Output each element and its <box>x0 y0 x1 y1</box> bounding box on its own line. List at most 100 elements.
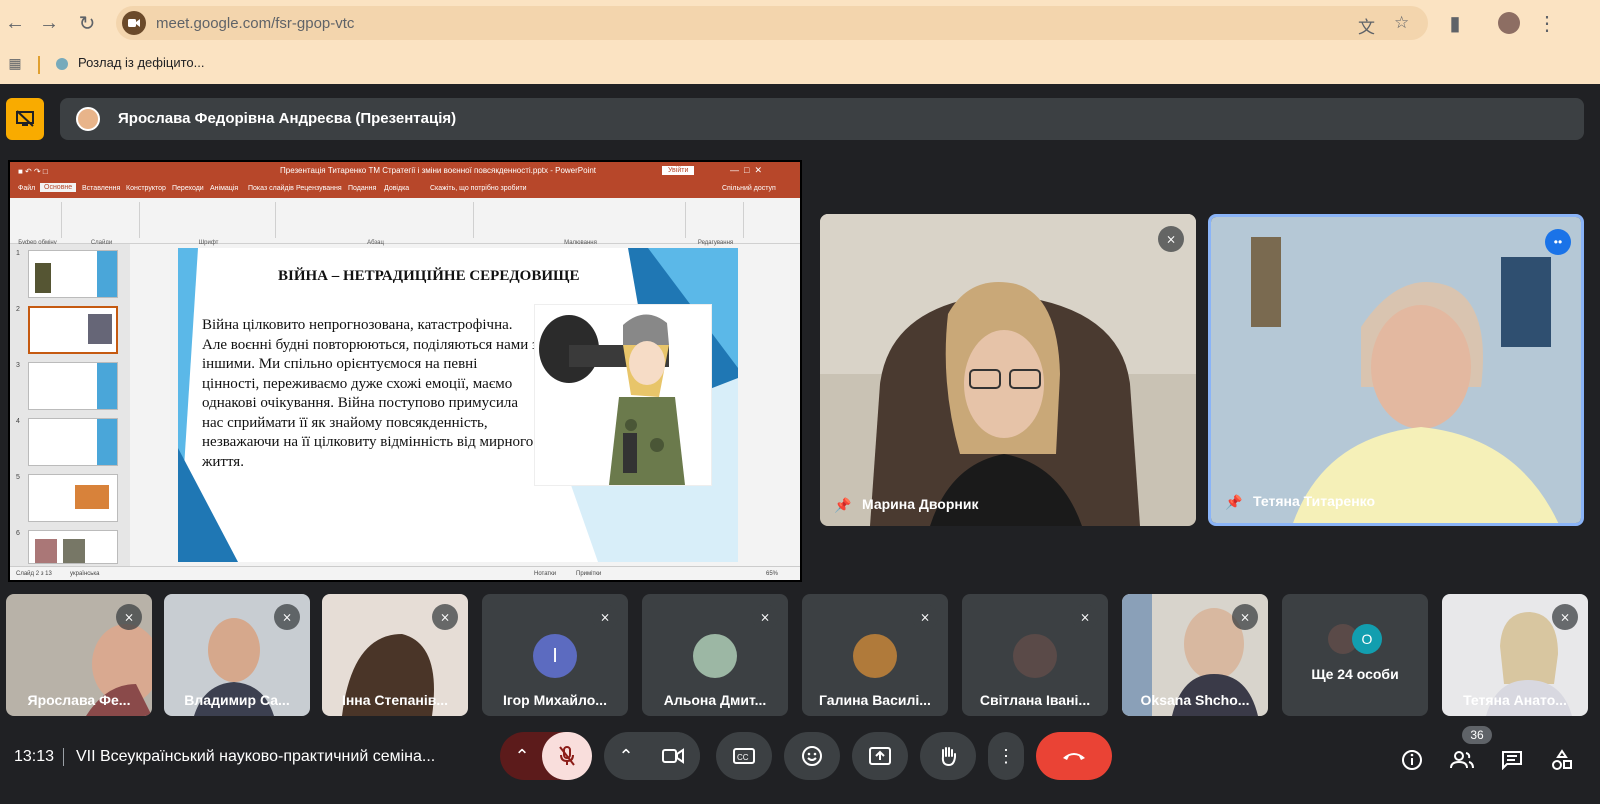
participant-name: Інна Степанів... <box>341 692 449 708</box>
url-text: meet.google.com/fsr-gpop-vtc <box>156 15 354 32</box>
chat-icon[interactable] <box>1498 746 1526 774</box>
slide-thumbnail[interactable] <box>28 474 118 522</box>
slide-thumbnail[interactable] <box>28 530 118 564</box>
participant-tile-speaking[interactable]: •• 📌 Тетяна Титаренко <box>1208 214 1584 526</box>
participant-tile[interactable]: ⨯ Світлана Івані... <box>962 594 1108 716</box>
tab-home[interactable]: Основне <box>40 183 77 192</box>
translate-icon[interactable]: 文 <box>1358 13 1375 38</box>
extensions-icon[interactable]: ▮ <box>1442 10 1468 36</box>
slide-thumbnail[interactable] <box>28 250 118 298</box>
present-screen-button[interactable] <box>852 732 908 780</box>
back-icon[interactable]: ← <box>2 10 28 36</box>
mic-off-icon: ⨯ <box>752 604 778 630</box>
url-host: meet.google.com/ <box>156 15 276 32</box>
leave-call-button[interactable] <box>1036 732 1112 780</box>
participant-name: Тетяна Анато... <box>1463 692 1567 708</box>
meeting-info-icon[interactable] <box>1398 746 1426 774</box>
slide-body-text: Війна цілковито непрогнозована, катастро… <box>202 317 538 470</box>
tab-file[interactable]: Файл <box>18 185 35 192</box>
participant-name: Владимир Са... <box>184 692 290 708</box>
slide-thumbnail[interactable] <box>28 362 118 410</box>
tab-transitions[interactable]: Переходи <box>172 185 204 192</box>
participant-name: Світлана Івані... <box>979 692 1091 708</box>
mic-options-chevron-icon[interactable]: ⌃ <box>500 732 544 780</box>
activities-icon[interactable] <box>1548 746 1576 774</box>
comments-button[interactable]: Примітки <box>576 571 601 577</box>
tab-slideshow[interactable]: Показ слайдів <box>248 185 294 192</box>
bookmark-item[interactable]: Розлад із дефіцито... <box>78 55 204 70</box>
browser-chrome: ← → ↻ meet.google.com/fsr-gpop-vtc 文 ☆ ▮… <box>0 0 1600 84</box>
reload-icon[interactable]: ↻ <box>74 10 100 36</box>
site-info-icon[interactable] <box>122 11 146 35</box>
participant-photo-avatar <box>1013 634 1057 678</box>
presenter-avatar <box>76 107 100 131</box>
camera-options-chevron-icon[interactable]: ⌃ <box>604 732 648 780</box>
address-bar[interactable]: meet.google.com/fsr-gpop-vtc 文 ☆ <box>116 6 1428 40</box>
ribbon-group-editing[interactable]: Редагування <box>688 202 744 246</box>
participant-photo-avatar <box>853 634 897 678</box>
url-path: fsr-gpop-vtc <box>275 15 355 32</box>
signin-button[interactable]: Увійти <box>662 166 695 175</box>
more-options-icon[interactable]: ⋮ <box>988 732 1024 780</box>
tab-help[interactable]: Довідка <box>384 185 409 192</box>
emoji-reactions-button[interactable] <box>784 732 840 780</box>
participant-tile[interactable]: І ⨯ Ігор Михайло... <box>482 594 628 716</box>
ribbon-group-paragraph[interactable]: Абзац <box>278 202 474 246</box>
pin-icon[interactable]: 📌 <box>1225 494 1242 511</box>
slide-heading: ВІЙНА – НЕТРАДИЦІЙНЕ СЕРЕДОВИЩЕ <box>278 268 580 284</box>
mic-off-icon: ⨯ <box>1158 226 1184 252</box>
slide-thumbnail-active[interactable] <box>28 306 118 354</box>
mic-off-icon: ⨯ <box>1072 604 1098 630</box>
participant-tile[interactable]: ⨯ Владимир Са... <box>164 594 310 716</box>
participant-tile[interactable]: ⨯ Тетяна Анато... <box>1442 594 1588 716</box>
thumb-number: 6 <box>16 530 20 537</box>
participant-tile[interactable]: ⨯ Інна Степанів... <box>322 594 468 716</box>
people-icon[interactable] <box>1448 746 1476 774</box>
tell-me-search[interactable]: Скажіть, що потрібно зробити <box>430 185 527 192</box>
captions-button[interactable]: CC <box>716 732 772 780</box>
participant-tile[interactable]: ⨯ Ярослава Фе... <box>6 594 152 716</box>
bookmark-divider <box>38 56 40 74</box>
mic-off-icon: ⨯ <box>1552 604 1578 630</box>
mic-off-icon: ⨯ <box>274 604 300 630</box>
language-indicator: українська <box>70 571 100 577</box>
tab-review[interactable]: Рецензування <box>296 185 342 192</box>
participant-tile[interactable]: ⨯ Галина Василі... <box>802 594 948 716</box>
window-controls-icon[interactable]: — □ ✕ <box>730 165 762 176</box>
slide-counter: Слайд 2 з 13 <box>16 571 52 577</box>
participant-tile-featured[interactable]: ⨯ 📌 Марина Дворник <box>820 214 1196 526</box>
tab-design[interactable]: Конструктор <box>126 185 166 192</box>
meeting-title: VII Всеукраїнський науково-практичний се… <box>76 748 436 765</box>
current-slide[interactable]: ВІЙНА – НЕТРАДИЦІЙНЕ СЕРЕДОВИЩЕ Війна ці… <box>178 248 738 562</box>
ribbon-group-clipboard[interactable]: Буфер обміну <box>14 202 62 246</box>
pin-icon[interactable]: 📌 <box>834 497 851 514</box>
tab-insert[interactable]: Вставлення <box>82 185 120 192</box>
ribbon-group-slides[interactable]: Слайди <box>64 202 140 246</box>
share-button[interactable]: Спільний доступ <box>722 185 776 192</box>
tab-view[interactable]: Подання <box>348 185 376 192</box>
slide-thumbnail[interactable] <box>28 418 118 466</box>
slide-thumbnails-pane: 1 2 3 4 5 6 <box>10 244 130 566</box>
camera-toggle-button[interactable] <box>646 732 700 780</box>
more-participants-tile[interactable]: O Ще 24 особи <box>1282 594 1428 716</box>
bookmark-star-icon[interactable]: ☆ <box>1394 13 1409 33</box>
thumb-number: 1 <box>16 250 20 257</box>
ribbon-group-drawing[interactable]: Малювання <box>476 202 686 246</box>
apps-grid-icon[interactable]: ▦ <box>2 50 28 76</box>
raise-hand-button[interactable] <box>920 732 976 780</box>
quick-access-icons: ■ ↶ ↷ □ <box>18 167 48 176</box>
mic-toggle-button[interactable] <box>542 732 592 780</box>
ribbon-group-font[interactable]: Шрифт <box>142 202 276 246</box>
participant-tile[interactable]: ⨯ Альона Дмит... <box>642 594 788 716</box>
participant-video <box>820 214 1196 526</box>
browser-menu-icon[interactable]: ⋮ <box>1534 10 1560 36</box>
soldier-illustration <box>534 304 712 486</box>
profile-avatar[interactable] <box>1496 10 1522 36</box>
participant-tile[interactable]: ⨯ Oksana Shcho... <box>1122 594 1268 716</box>
presenter-label: Ярослава Федорівна Андреєва (Презентація… <box>118 110 457 127</box>
stop-presenting-icon[interactable] <box>6 98 44 140</box>
notes-button[interactable]: Нотатки <box>534 571 556 577</box>
tab-animations[interactable]: Анімація <box>210 185 238 192</box>
mic-off-icon: ⨯ <box>1232 604 1258 630</box>
forward-icon[interactable]: → <box>36 10 62 36</box>
